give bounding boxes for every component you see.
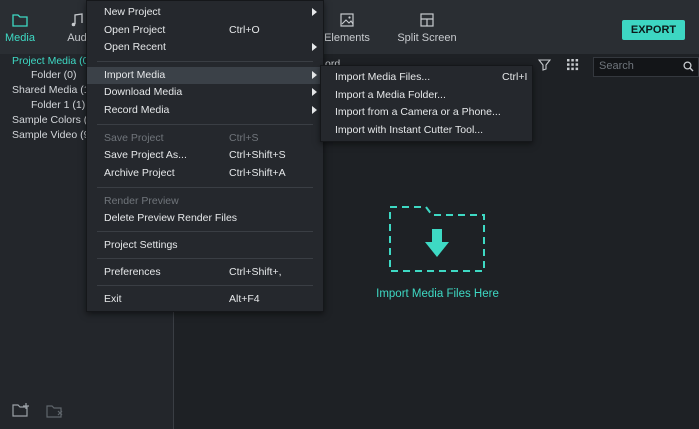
menu-separator [97,285,313,286]
search-input[interactable]: Search [599,60,634,72]
menu-item-import-media[interactable]: Import Media [87,67,323,84]
delete-folder-icon[interactable] [46,403,65,419]
menu-item-open-project[interactable]: Open Project Ctrl+O [87,22,323,39]
menu-item-preferences[interactable]: Preferences Ctrl+Shift+, [87,264,323,281]
menu-item-import-media-files[interactable]: Import Media Files... Ctrl+I [321,69,532,86]
tree-item-shared-media[interactable]: Shared Media (1 [12,84,90,96]
menu-separator [97,124,313,125]
menu-item-save-project-as[interactable]: Save Project As... Ctrl+Shift+S [87,147,323,164]
tab-split-screen[interactable]: Split Screen [397,12,457,44]
tab-media-label: Media [5,32,35,44]
menu-item-render-preview: Render Preview [104,195,179,207]
menu-item-import-from-camera[interactable]: Import from a Camera or a Phone... [321,104,532,121]
import-media-submenu: Import Media Files... Ctrl+I Import a Med… [320,65,533,142]
menu-separator [97,187,313,188]
menu-separator [97,258,313,259]
new-folder-icon[interactable] [12,402,31,418]
tree-item-sample-colors[interactable]: Sample Colors ( [12,114,87,126]
tree-item-sample-video[interactable]: Sample Video (9 [12,129,89,141]
tree-item-folder-1[interactable]: Folder 1 (1) [31,99,85,111]
tab-elements-label: Elements [324,32,370,44]
tree-item-project-media[interactable]: Project Media (0 [12,55,88,67]
import-media-here-label[interactable]: Import Media Files Here [360,288,515,300]
export-button[interactable]: EXPORT [622,20,685,40]
search-box[interactable]: Search [593,57,699,77]
menu-item-import-instant-cutter[interactable]: Import with Instant Cutter Tool... [321,122,532,139]
tab-audio-label: Aud [67,32,87,44]
grid-view-icon[interactable] [566,58,579,71]
tab-media[interactable]: Media [5,12,35,44]
menu-item-delete-preview-render-files[interactable]: Delete Preview Render Files [87,210,323,227]
menu-item-import-media-folder[interactable]: Import a Media Folder... [321,87,532,104]
file-menu: New Project Open Project Ctrl+O Open Rece… [86,0,324,312]
menu-item-archive-project[interactable]: Archive Project Ctrl+Shift+A [87,165,323,182]
menu-item-record-media[interactable]: Record Media [87,102,323,119]
filter-icon[interactable] [538,58,551,71]
music-note-icon [71,13,83,27]
download-arrow-icon [425,229,449,257]
menu-separator [97,61,313,62]
menu-item-download-media[interactable]: Download Media [87,84,323,101]
menu-item-save-project: Save Project Ctrl+S [104,132,259,144]
tab-elements[interactable]: Elements [322,12,372,44]
menu-item-open-recent[interactable]: Open Recent [87,39,323,56]
menu-item-new-project[interactable]: New Project [87,4,323,21]
menu-separator [97,231,313,232]
tree-item-folder[interactable]: Folder (0) [31,69,77,81]
menu-item-exit[interactable]: Exit Alt+F4 [87,291,323,308]
search-icon[interactable] [683,61,694,72]
menu-item-project-settings[interactable]: Project Settings [87,237,323,254]
image-icon [340,13,354,27]
folder-icon [12,14,28,27]
tab-split-screen-label: Split Screen [397,32,457,44]
import-drop-zone[interactable] [388,205,486,273]
split-screen-icon [420,13,434,27]
